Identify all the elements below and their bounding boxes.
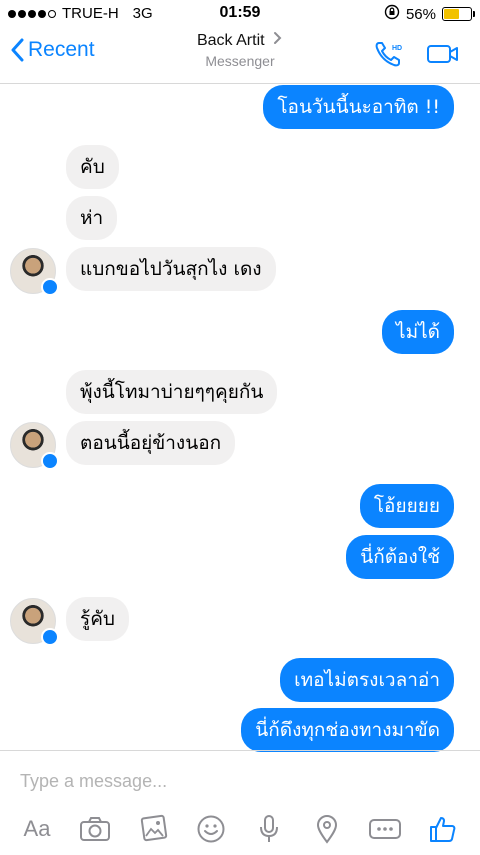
messenger-badge-icon	[41, 278, 59, 296]
camera-icon[interactable]	[77, 811, 113, 847]
emoji-icon[interactable]	[193, 811, 229, 847]
thumbs-up-icon[interactable]	[425, 811, 461, 847]
battery-percent: 56%	[405, 5, 436, 23]
message-bubble-incoming[interactable]: แบกขอไปวันสุกไง เดง	[66, 247, 276, 291]
message-bubble-incoming[interactable]: พุ้งนี้โทมาบ่ายๆๆคุยกัน	[66, 370, 278, 414]
message-composer: Aa	[0, 750, 480, 855]
microphone-icon[interactable]	[251, 811, 287, 847]
message-bubble-incoming[interactable]: ห่า	[66, 196, 118, 240]
message-bubble-incoming[interactable]: ตอนนี้อยุ่ข้างนอก	[66, 421, 236, 465]
status-right: 56%	[384, 4, 475, 24]
battery-icon	[442, 7, 475, 21]
message-bubble-incoming[interactable]: รู้คับ	[66, 597, 129, 641]
message-bubble-outgoing[interactable]: ไม่ได้	[382, 310, 454, 354]
more-icon[interactable]	[367, 811, 403, 847]
phone-hd-icon[interactable]: HD	[374, 40, 404, 68]
message-bubble-outgoing[interactable]: โอ้ยยยย	[359, 484, 454, 528]
text-format-button[interactable]: Aa	[19, 811, 55, 847]
messenger-badge-icon	[41, 628, 59, 646]
call-actions: HD	[374, 40, 460, 68]
message-bubble-outgoing[interactable]: โอนวันนี้นะอาทิต !!	[263, 85, 454, 129]
contact-name: Back Artit	[196, 32, 265, 49]
rotation-lock-icon	[384, 4, 400, 24]
avatar[interactable]	[10, 248, 59, 296]
message-bubble-outgoing[interactable]: นี่ก้ดึงทุกช่องทางมาขัด	[241, 708, 454, 752]
gallery-icon[interactable]	[135, 811, 171, 847]
message-bubble-outgoing[interactable]: เทอไม่ตรงเวลาอ่า	[280, 658, 454, 702]
video-call-icon[interactable]	[426, 43, 460, 65]
avatar[interactable]	[10, 422, 59, 470]
message-input[interactable]	[20, 767, 460, 795]
avatar[interactable]	[10, 598, 59, 646]
message-bubble-outgoing[interactable]: นี่ก้ต้องใช้	[346, 535, 454, 579]
message-bubble-incoming[interactable]: คับ	[66, 145, 119, 189]
status-bar: TRUE-H 3G 01:59 56%	[0, 0, 480, 28]
hd-label: HD	[392, 45, 402, 52]
location-icon[interactable]	[309, 811, 345, 847]
conversation-header: Recent Back Artit Messenger HD	[0, 28, 480, 84]
chevron-right-icon	[274, 32, 282, 44]
composer-toolbar: Aa	[0, 809, 480, 849]
messenger-badge-icon	[41, 452, 59, 470]
